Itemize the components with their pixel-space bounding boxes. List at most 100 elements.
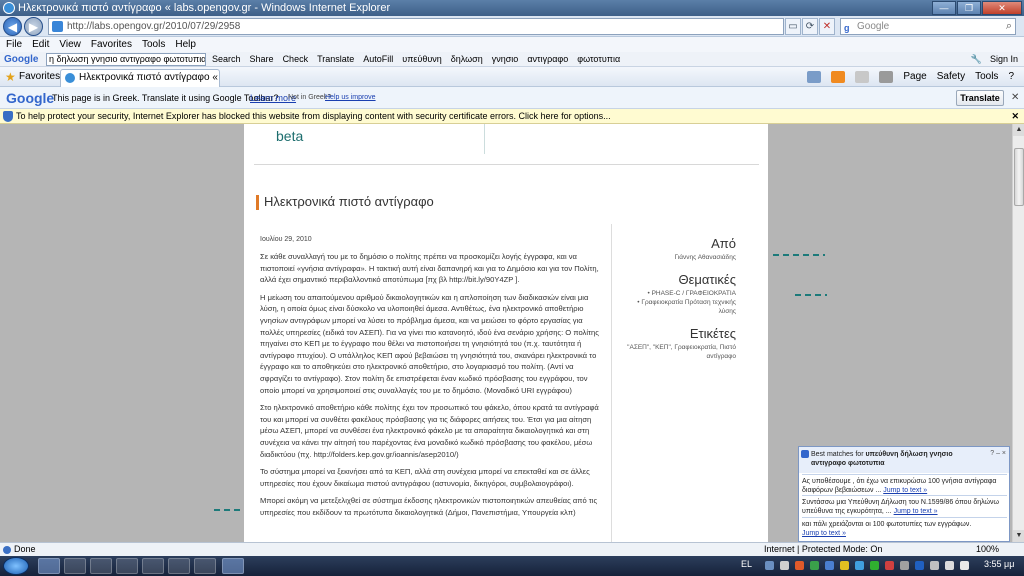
favorites-button[interactable]: Favorites — [19, 67, 60, 87]
tray-icon[interactable] — [795, 561, 804, 570]
tray-icon[interactable] — [825, 561, 834, 570]
from-heading: Από — [711, 236, 736, 251]
taskbar-app-icon[interactable] — [90, 558, 112, 574]
tray-icon[interactable] — [900, 561, 909, 570]
menu-favorites[interactable]: Favorites — [91, 37, 132, 52]
gt-term-3[interactable]: γνησιο — [492, 52, 519, 67]
network-icon[interactable] — [930, 561, 939, 570]
tray-icon[interactable] — [885, 561, 894, 570]
rss-icon[interactable] — [831, 71, 846, 83]
tags-links[interactable]: "ΑΣΕΠ", "ΚΕΠ", Γραφειοκρατία, Πιστό αντί… — [624, 343, 736, 361]
status-bar: Done Internet | Protected Mode: On 100% — [0, 542, 1024, 556]
jump-to-text-link[interactable]: Jump to text » — [802, 530, 846, 537]
topic-link[interactable]: • PHASE-C / ΓΡΑΦΕΙΟΚΡΑΤΙΑ — [624, 289, 736, 298]
tray-icon[interactable] — [915, 561, 924, 570]
refresh-icon[interactable]: ⟳ — [802, 18, 818, 35]
google-toolbar-query[interactable]: η δηλωση γνησιο αντιγραφο φωτοτυπια — [46, 53, 206, 66]
window-controls: — ❐ ✕ — [932, 1, 1022, 15]
vertical-scrollbar[interactable]: ▲ ▼ — [1012, 124, 1024, 542]
tray-icon[interactable] — [840, 561, 849, 570]
menu-file[interactable]: File — [6, 37, 22, 52]
print-icon[interactable] — [879, 71, 894, 83]
gt-term-4[interactable]: αντιγραφο — [527, 52, 568, 67]
zoom-level[interactable]: 100% — [976, 543, 999, 556]
gt-term-2[interactable]: δηλωση — [451, 52, 483, 67]
minimize-button[interactable]: — — [932, 1, 956, 15]
forward-arrow-icon[interactable]: ▶ — [24, 17, 43, 36]
divider — [254, 164, 759, 165]
gt-share-button[interactable]: Share — [250, 52, 274, 67]
topic-link[interactable]: • Γραφειοκρατία Πρόταση τεχνικής λύσης — [624, 298, 736, 316]
gt-term-1[interactable]: υπεύθυνη — [402, 52, 442, 67]
command-bar: Page Safety Tools ? — [807, 67, 1014, 87]
menu-view[interactable]: View — [59, 37, 81, 52]
home-icon[interactable] — [807, 71, 822, 83]
sign-in-button[interactable]: Sign In — [990, 52, 1018, 67]
status-text: Done — [14, 544, 36, 554]
gt-term-5[interactable]: φωτοτυπια — [577, 52, 620, 67]
signal-icon[interactable] — [945, 561, 954, 570]
tray-icon[interactable] — [765, 561, 774, 570]
translate-close-icon[interactable]: ✕ — [1011, 87, 1019, 109]
jump-to-text-link[interactable]: Jump to text » — [894, 508, 938, 515]
scroll-down-icon[interactable]: ▼ — [1013, 530, 1024, 542]
popup-controls[interactable]: ? – × — [990, 449, 1006, 458]
google-toolbar-items: Search Share Check Translate AutoFill υπ… — [212, 52, 620, 67]
taskbar-skype-icon[interactable] — [168, 558, 190, 574]
taskbar-pdf-icon[interactable] — [222, 558, 244, 574]
search-input[interactable]: g Google ⌕ — [840, 18, 1016, 35]
taskbar-folder-icon[interactable] — [64, 558, 86, 574]
google-icon — [801, 450, 809, 458]
compatibility-view-icon[interactable]: ▭ — [785, 18, 801, 35]
post-body: Σε κάθε συναλλαγή του με το δημόσιο ο πο… — [260, 251, 605, 524]
wrench-icon[interactable]: 🔧 — [971, 52, 982, 67]
help-improve-link[interactable]: Help us improve — [325, 87, 376, 109]
taskbar-explorer-icon[interactable] — [116, 558, 138, 574]
help-icon[interactable]: ? — [1008, 67, 1014, 87]
gt-translate-button[interactable]: Translate — [317, 52, 354, 67]
divider — [484, 124, 485, 154]
page-menu[interactable]: Page — [903, 67, 926, 87]
mail-icon[interactable] — [855, 71, 870, 83]
gt-autofill-button[interactable]: AutoFill — [363, 52, 393, 67]
security-zone[interactable]: Internet | Protected Mode: On — [764, 543, 882, 556]
maximize-button[interactable]: ❐ — [957, 1, 981, 15]
close-window-button[interactable]: ✕ — [982, 1, 1022, 15]
clock[interactable]: 3:55 μμ — [984, 559, 1014, 569]
search-icon[interactable]: ⌕ — [1006, 19, 1012, 34]
menu-edit[interactable]: Edit — [32, 37, 49, 52]
translate-button[interactable]: Translate — [956, 90, 1004, 106]
post-title[interactable]: Ηλεκτρονικά πιστό αντίγραφο — [264, 194, 434, 209]
tray-icon[interactable] — [870, 561, 879, 570]
decor-dash — [773, 254, 825, 256]
taskbar-ie-icon[interactable] — [38, 558, 60, 574]
info-close-icon[interactable]: ✕ — [1011, 109, 1019, 124]
address-field[interactable]: http://labs.opengov.gr/2010/07/29/2958 — [48, 18, 784, 35]
language-indicator[interactable]: EL — [741, 559, 752, 569]
volume-icon[interactable] — [960, 561, 969, 570]
jump-to-text-link[interactable]: Jump to text » — [883, 487, 927, 494]
status-page-icon — [3, 546, 11, 554]
gt-search-button[interactable]: Search — [212, 52, 241, 67]
back-arrow-icon[interactable]: ◀ — [3, 17, 22, 36]
safety-menu[interactable]: Safety — [937, 67, 965, 87]
google-search-icon: g — [844, 23, 850, 33]
security-info-bar[interactable]: To help protect your security, Internet … — [0, 109, 1024, 124]
author-link[interactable]: Γιάννης Αθανασιάδης — [624, 253, 737, 262]
match-result: Ας υποθέσουμε , ότι έχω να επικυρώσω 100… — [802, 474, 1007, 495]
taskbar-media-icon[interactable] — [142, 558, 164, 574]
stop-icon[interactable]: ✕ — [819, 18, 835, 35]
menu-help[interactable]: Help — [175, 37, 196, 52]
scroll-thumb[interactable] — [1014, 148, 1024, 206]
star-icon[interactable]: ★ — [5, 67, 16, 87]
tray-icon[interactable] — [855, 561, 864, 570]
gt-check-button[interactable]: Check — [283, 52, 309, 67]
menu-tools[interactable]: Tools — [142, 37, 165, 52]
tray-icon[interactable] — [810, 561, 819, 570]
tools-menu[interactable]: Tools — [975, 67, 998, 87]
browser-tab[interactable]: Ηλεκτρονικά πιστό αντίγραφο « labs... — [60, 69, 220, 87]
start-button[interactable] — [3, 557, 29, 575]
scroll-up-icon[interactable]: ▲ — [1013, 124, 1024, 136]
taskbar-app-icon[interactable] — [194, 558, 216, 574]
tray-icon[interactable] — [780, 561, 789, 570]
